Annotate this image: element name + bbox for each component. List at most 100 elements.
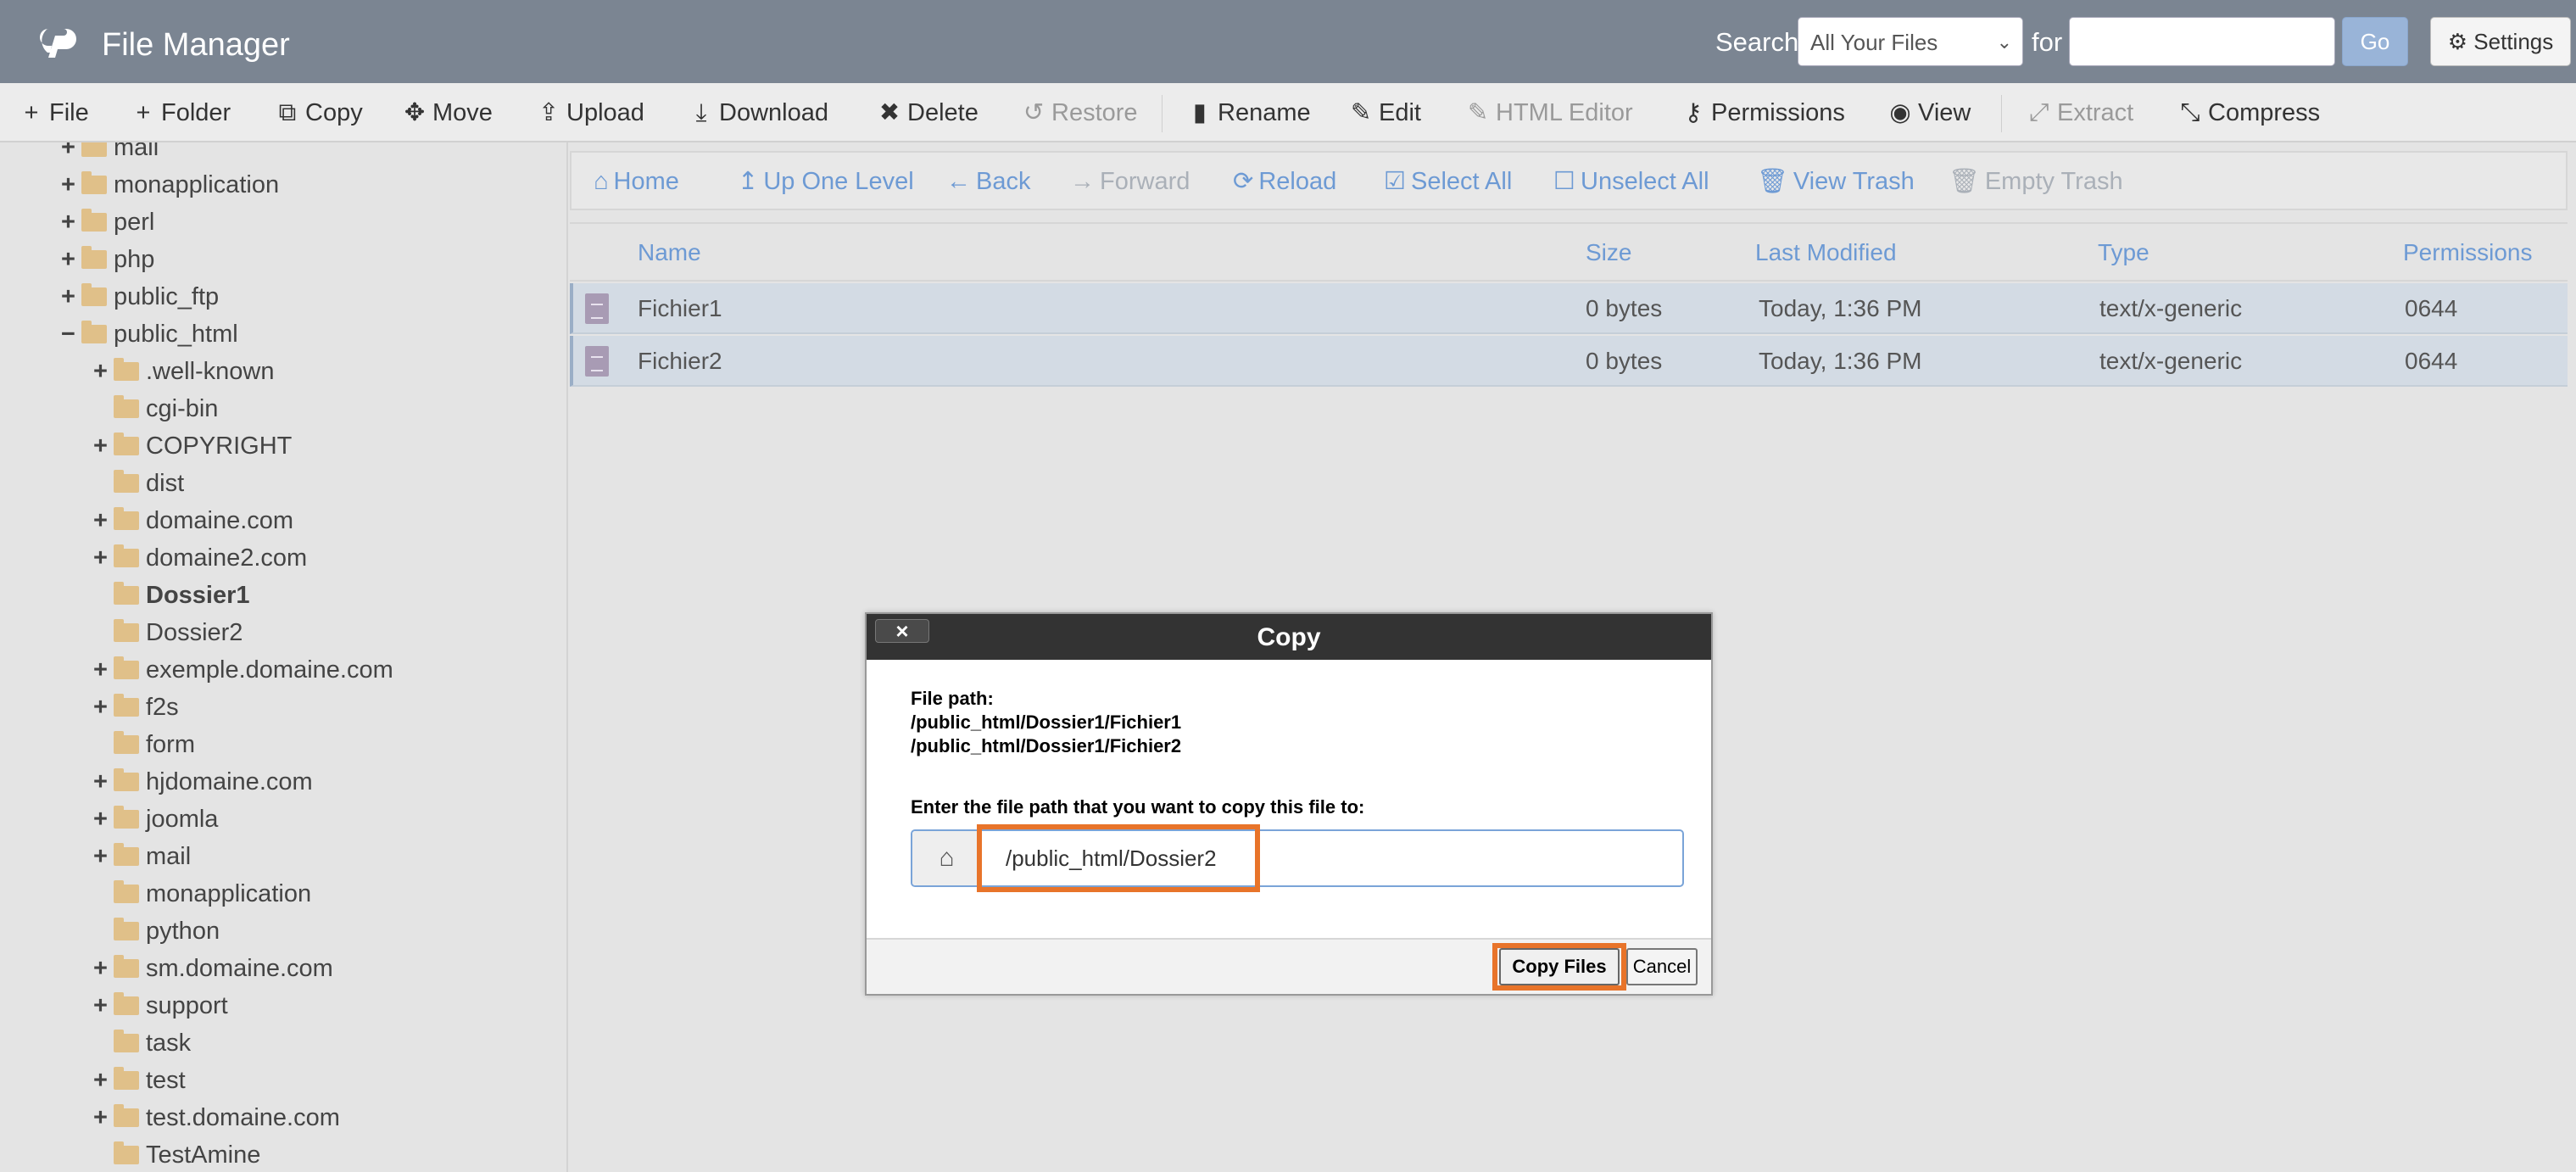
expand-icon[interactable]: + bbox=[61, 142, 81, 163]
tree-item[interactable]: + php bbox=[61, 244, 154, 275]
destination-prompt: Enter the file path that you want to cop… bbox=[911, 796, 1365, 818]
folder-icon bbox=[114, 694, 139, 717]
expand-icon[interactable]: + bbox=[93, 505, 114, 536]
copy-icon: ⧉ bbox=[278, 99, 297, 126]
up-one-level-button[interactable]: ↥ Up One Level bbox=[738, 166, 914, 197]
tree-item[interactable]: + f2s bbox=[93, 692, 179, 723]
tree-item[interactable]: + mail bbox=[93, 841, 191, 872]
expand-icon[interactable]: + bbox=[93, 841, 114, 872]
rename-button[interactable]: ▮ Rename bbox=[1187, 98, 1311, 127]
expand-icon[interactable]: + bbox=[93, 431, 114, 461]
extract-button[interactable]: ⤢ Extract bbox=[2027, 98, 2133, 127]
expand-icon[interactable]: + bbox=[93, 991, 114, 1021]
download-button[interactable]: ⤓ Download bbox=[689, 98, 828, 127]
settings-label: Settings bbox=[2473, 29, 2554, 54]
tree-item[interactable]: python bbox=[93, 916, 220, 946]
column-name[interactable]: Name bbox=[638, 239, 701, 266]
tree-item[interactable]: Dossier2 bbox=[93, 617, 243, 648]
back-button[interactable]: ← Back bbox=[946, 166, 1030, 197]
html-edit-icon: ✎ bbox=[1467, 99, 1489, 126]
settings-button[interactable]: ⚙ Settings bbox=[2430, 17, 2571, 66]
tree-item[interactable]: + joomla bbox=[93, 804, 218, 834]
tree-item[interactable]: + domaine.com bbox=[93, 505, 293, 536]
expand-icon[interactable]: + bbox=[93, 1102, 114, 1133]
select-all-button[interactable]: ☑ Select All bbox=[1384, 166, 1512, 197]
column-permissions[interactable]: Permissions bbox=[2403, 239, 2532, 266]
file-permissions: 0644 bbox=[2405, 295, 2458, 321]
forward-button[interactable]: → Forward bbox=[1070, 166, 1190, 197]
tree-item[interactable]: + .well-known bbox=[93, 356, 275, 387]
move-button[interactable]: ✥ Move bbox=[402, 98, 493, 127]
upload-button[interactable]: ⇪ Upload bbox=[536, 98, 644, 127]
compress-icon: ⤡ bbox=[2180, 99, 2200, 126]
new-file-button[interactable]: + File bbox=[19, 98, 89, 127]
table-row[interactable]: Fichier1 0 bytes Today, 1:36 PM text/x-g… bbox=[570, 283, 2568, 334]
empty-trash-button[interactable]: 🗑 Empty Trash bbox=[1949, 166, 2123, 197]
tree-item[interactable]: + mail bbox=[61, 142, 159, 163]
file-permissions: 0644 bbox=[2405, 348, 2458, 374]
go-button[interactable]: Go bbox=[2342, 17, 2408, 66]
cancel-button[interactable]: Cancel bbox=[1626, 948, 1698, 985]
tree-item[interactable]: dist bbox=[93, 468, 184, 499]
expand-icon[interactable]: + bbox=[61, 207, 81, 237]
tree-item[interactable]: form bbox=[93, 729, 195, 760]
expand-icon[interactable]: + bbox=[93, 767, 114, 797]
delete-button[interactable]: ✖ Delete bbox=[877, 98, 979, 127]
expand-icon[interactable]: + bbox=[93, 804, 114, 834]
tree-item[interactable]: + sm.domaine.com bbox=[93, 953, 333, 984]
tree-item[interactable]: + perl bbox=[61, 207, 154, 237]
tree-item[interactable]: task bbox=[93, 1028, 191, 1058]
expand-icon[interactable]: + bbox=[93, 953, 114, 984]
view-trash-button[interactable]: 🗑 View Trash bbox=[1757, 166, 1915, 197]
expand-icon[interactable]: + bbox=[93, 655, 114, 685]
tree-item[interactable]: TestAmine bbox=[93, 1140, 260, 1170]
tree-item[interactable]: + monapplication bbox=[61, 170, 279, 200]
permissions-button[interactable]: ⚷ Permissions bbox=[1681, 98, 1845, 127]
folder-icon bbox=[81, 283, 107, 306]
expand-icon[interactable]: + bbox=[61, 282, 81, 312]
restore-button[interactable]: ↺ Restore bbox=[1021, 98, 1138, 127]
copy-button[interactable]: ⧉ Copy bbox=[275, 98, 363, 127]
tree-item[interactable]: monapplication bbox=[93, 879, 311, 909]
tree-item[interactable]: + COPYRIGHT bbox=[93, 431, 292, 461]
tree-item[interactable]: + hjdomaine.com bbox=[93, 767, 313, 797]
view-button[interactable]: ◉ View bbox=[1887, 98, 1971, 127]
expand-icon[interactable]: + bbox=[61, 170, 81, 200]
view-label: View bbox=[1918, 99, 1971, 126]
file-icon bbox=[585, 293, 609, 324]
edit-button[interactable]: ✎ Edit bbox=[1348, 98, 1421, 127]
tree-item[interactable]: + support bbox=[93, 991, 228, 1021]
collapse-icon[interactable]: − bbox=[61, 319, 81, 349]
expand-icon[interactable]: + bbox=[93, 692, 114, 723]
arrow-left-icon: ← bbox=[946, 168, 971, 195]
up-one-level-label: Up One Level bbox=[763, 168, 914, 195]
forward-label: Forward bbox=[1100, 168, 1190, 195]
expand-icon[interactable]: + bbox=[93, 543, 114, 573]
column-size[interactable]: Size bbox=[1586, 239, 1631, 266]
delete-icon: ✖ bbox=[878, 99, 900, 126]
expand-icon[interactable]: + bbox=[93, 356, 114, 387]
html-editor-button[interactable]: ✎ HTML Editor bbox=[1465, 98, 1633, 127]
tree-item-current[interactable]: Dossier1 bbox=[93, 580, 250, 611]
tree-item[interactable]: + test.domaine.com bbox=[93, 1102, 340, 1133]
table-row[interactable]: Fichier2 0 bytes Today, 1:36 PM text/x-g… bbox=[570, 336, 2568, 387]
tree-item[interactable]: cgi-bin bbox=[93, 393, 218, 424]
compress-button[interactable]: ⤡ Compress bbox=[2177, 98, 2320, 127]
expand-icon[interactable]: + bbox=[93, 1065, 114, 1096]
tree-item[interactable]: + domaine2.com bbox=[93, 543, 307, 573]
search-scope-select[interactable]: All Your Files ⌄ bbox=[1798, 17, 2023, 66]
tree-item[interactable]: + exemple.domaine.com bbox=[93, 655, 393, 685]
new-file-label: File bbox=[49, 99, 89, 126]
home-button[interactable]: ⌂ Home bbox=[594, 166, 679, 197]
reload-button[interactable]: ⟳ Reload bbox=[1233, 166, 1336, 197]
tree-item[interactable]: + public_ftp bbox=[61, 282, 219, 312]
tree-item[interactable]: − public_html bbox=[61, 319, 238, 349]
column-last-modified[interactable]: Last Modified bbox=[1755, 239, 1897, 266]
folder-icon bbox=[114, 806, 139, 829]
search-input[interactable] bbox=[2069, 17, 2335, 66]
new-folder-button[interactable]: + Folder bbox=[131, 98, 231, 127]
column-type[interactable]: Type bbox=[2098, 239, 2149, 266]
unselect-all-button[interactable]: ☐ Unselect All bbox=[1553, 166, 1709, 197]
expand-icon[interactable]: + bbox=[61, 244, 81, 275]
tree-item[interactable]: + test bbox=[93, 1065, 186, 1096]
